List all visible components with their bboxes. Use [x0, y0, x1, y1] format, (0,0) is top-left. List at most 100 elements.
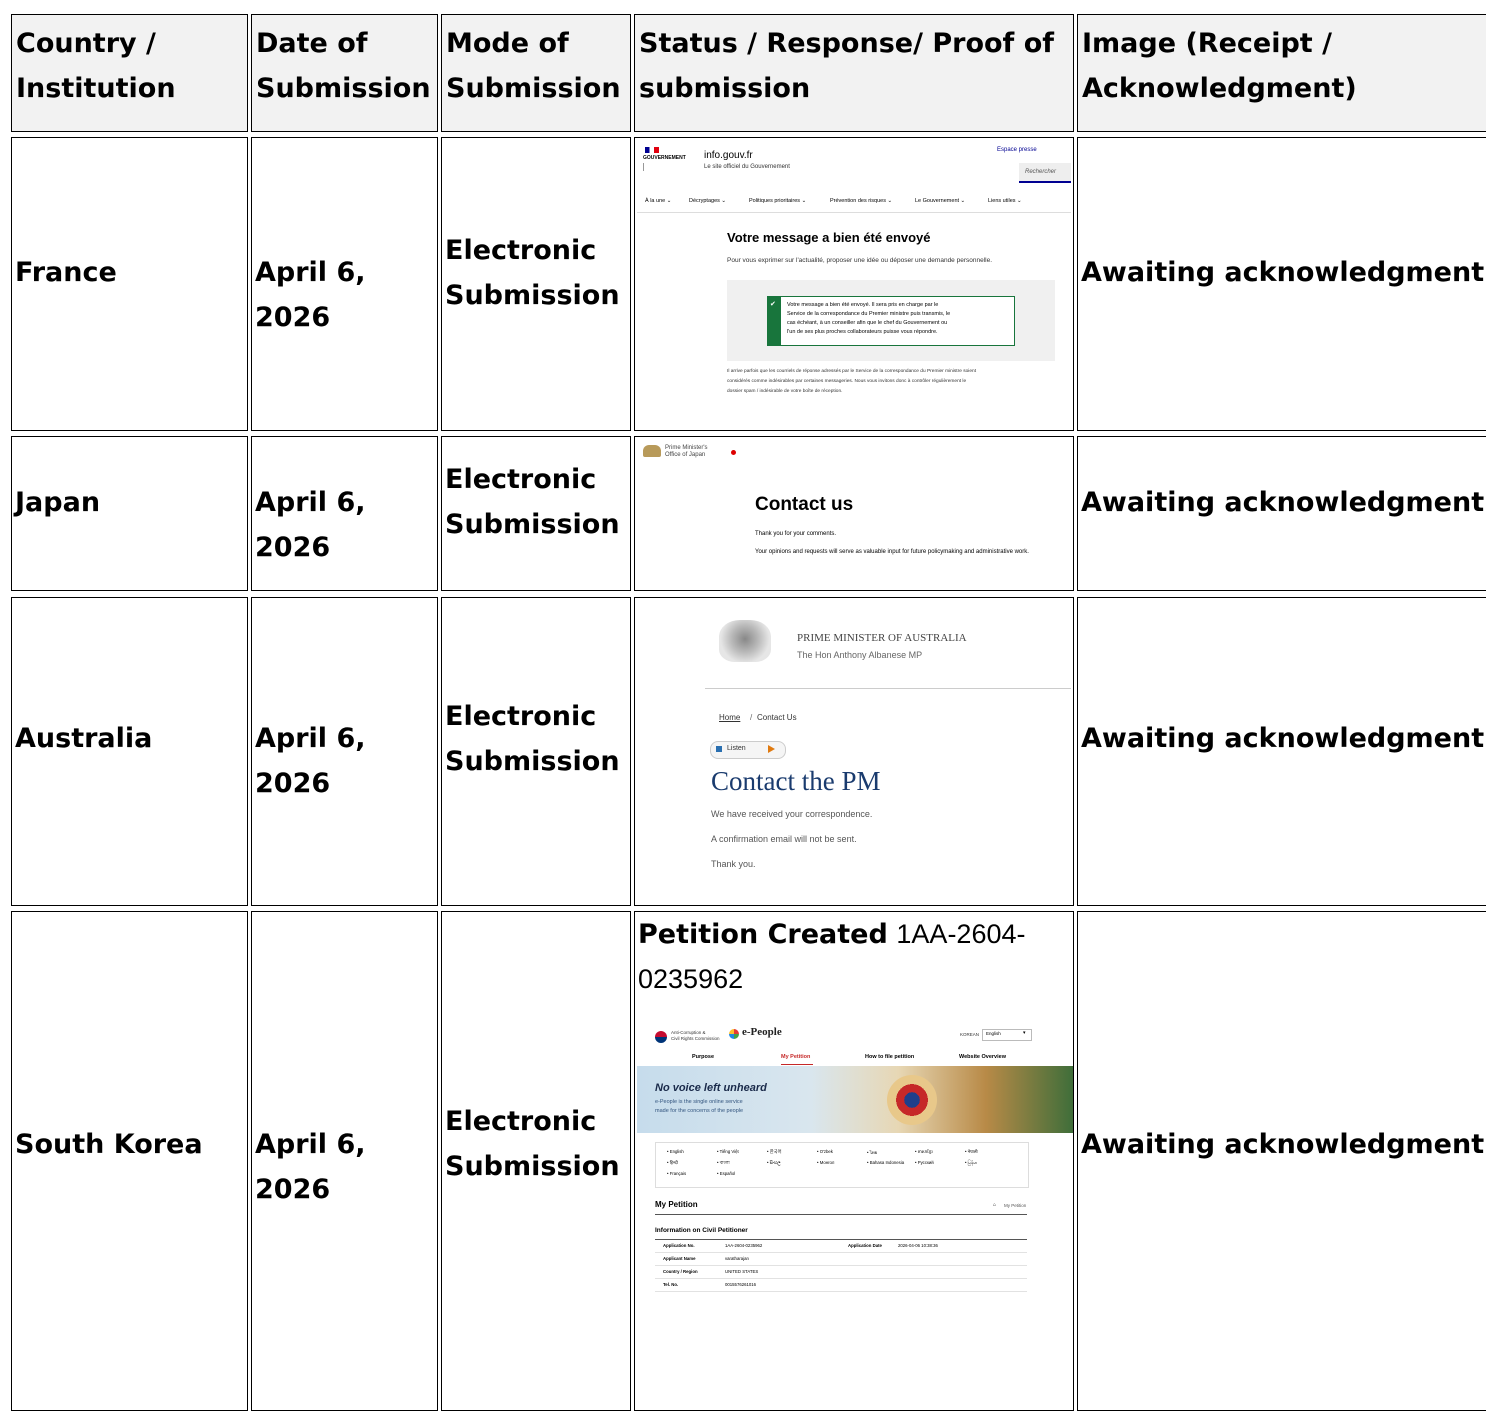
nav-divider: [637, 212, 1071, 213]
language-option[interactable]: • বাংলা: [717, 1160, 730, 1167]
status-label: Awaiting acknowledgment.: [1081, 723, 1486, 754]
row-france-mode: Electronic Submission: [441, 137, 631, 431]
petition-number-part2: 0235962: [638, 964, 744, 994]
row-korea-mode: Electronic Submission: [441, 911, 631, 1411]
language-option[interactable]: • Русский: [915, 1160, 934, 1165]
row-japan-country: Japan: [11, 436, 248, 591]
language-option[interactable]: • Tiếng Việt: [717, 1149, 739, 1154]
breadcrumb-separator: /: [750, 713, 753, 722]
org-name: PRIME MINISTER OF AUSTRALIA: [797, 632, 967, 644]
press-link[interactable]: Espace presse: [997, 147, 1037, 153]
breadcrumb-home[interactable]: Home: [719, 713, 740, 722]
nav-item[interactable]: À la une ⌄: [645, 198, 671, 204]
nav-my-petition[interactable]: My Petition: [781, 1054, 810, 1060]
header-divider: [705, 688, 1071, 689]
language-option[interactable]: • हिन्दी: [667, 1160, 678, 1166]
header-cell-date: Date of Submission: [251, 14, 438, 132]
kiri-crest-icon: [643, 445, 661, 457]
country-label: France: [15, 257, 117, 288]
nav-website-overview[interactable]: Website Overview: [959, 1054, 1006, 1060]
nav-item[interactable]: Décryptages ⌄: [689, 198, 726, 204]
site-subtitle: Le site officiel du Gouvernement: [704, 164, 790, 170]
language-option[interactable]: • 한국어: [767, 1149, 782, 1155]
mode-label: Electronic Submission: [445, 1106, 620, 1182]
nav-item[interactable]: Le Gouvernement ⌄: [915, 198, 965, 204]
info-key: Application No.: [663, 1243, 695, 1248]
page-subtitle: Pour vous exprimer sur l'actualité, prop…: [727, 257, 993, 264]
mode-label: Electronic Submission: [445, 701, 620, 777]
epeople-logo-icon: [729, 1029, 739, 1039]
header-image: Image (Receipt / Acknowledgment): [1082, 28, 1357, 104]
petition-created-text: Petition Created 1AA-2604-: [638, 912, 1026, 957]
language-option[interactable]: • Bahasa Indonesia: [867, 1160, 904, 1165]
section-title: My Petition: [655, 1200, 698, 1209]
page-title: Contact the PM: [711, 766, 881, 796]
info-key: Country / Region: [663, 1269, 698, 1274]
banner-subtitle-line1: e-People is the single online service: [655, 1099, 743, 1105]
info-table: Application No. 1AA-2604-0235962 Applicati…: [655, 1240, 1027, 1300]
info-key: Application Date: [848, 1243, 882, 1248]
drum-icon: [887, 1075, 937, 1125]
row-japan-mode: Electronic Submission: [441, 436, 631, 591]
search-placeholder: Rechercher: [1025, 169, 1057, 175]
country-label: South Korea: [15, 1129, 203, 1160]
mode-label: Electronic Submission: [445, 235, 620, 311]
language-option[interactable]: • Español: [717, 1171, 735, 1176]
language-option[interactable]: • မြန်မာ: [965, 1160, 977, 1167]
nav-item[interactable]: Liens utiles ⌄: [988, 198, 1022, 204]
petition-number-part1: 1AA-2604-: [896, 919, 1026, 949]
gov-label: GOUVERNEMENT: [643, 155, 686, 161]
language-option[interactable]: • Монгол: [817, 1160, 834, 1165]
language-option[interactable]: • ไทย: [867, 1149, 877, 1156]
header-cell-country: Country / Institution: [11, 14, 248, 132]
language-option[interactable]: • ភាសាខ្មែរ: [915, 1149, 933, 1156]
mode-label: Electronic Submission: [445, 464, 620, 540]
language-option[interactable]: • Français: [667, 1171, 686, 1176]
info-row-divider: [655, 1291, 1027, 1292]
info-value: 0015576261016: [725, 1282, 757, 1287]
marianne-motto-icon: [643, 163, 656, 171]
country-label: Japan: [15, 487, 101, 518]
row-australia-mode: Electronic Submission: [441, 597, 631, 906]
language-select-value: English: [986, 1031, 1001, 1036]
info-value: 1AA-2604-0235962: [725, 1243, 763, 1248]
row-japan-proof: Prime Minister's Office of Japan Contact…: [634, 436, 1074, 591]
language-option[interactable]: • O'zbek: [817, 1149, 833, 1154]
nav-how-to-file[interactable]: How to file petition: [865, 1054, 914, 1060]
date-label: April 6, 2026: [255, 257, 366, 333]
pm-name: The Hon Anthony Albanese MP: [797, 650, 923, 660]
date-label: April 6, 2026: [255, 487, 366, 563]
row-france-country: France: [11, 137, 248, 431]
date-label: April 6, 2026: [255, 723, 366, 799]
status-label: Awaiting acknowledgment.: [1081, 1129, 1486, 1160]
note-line: Il arrive parfois que les courriels de r…: [727, 369, 977, 374]
info-row-divider: [655, 1265, 1027, 1266]
row-australia-image: Awaiting acknowledgment.: [1077, 597, 1486, 906]
language-option[interactable]: • English: [667, 1149, 684, 1154]
korea-screenshot: Anti-Corruption & Civil Rights Commissio…: [637, 1018, 1073, 1408]
row-australia-country: Australia: [11, 597, 248, 906]
row-japan-image: Awaiting acknowledgment.: [1077, 436, 1486, 591]
status-label: Awaiting acknowledgment.: [1081, 257, 1486, 288]
success-line: Service de la correspondance du Premier …: [787, 311, 951, 317]
header-country: Country / Institution: [16, 28, 176, 104]
language-option[interactable]: • नेपाली: [965, 1149, 978, 1155]
nav-item[interactable]: Politiques prioritaires ⌄: [749, 198, 806, 204]
header-date: Date of Submission: [256, 28, 431, 104]
chevron-down-icon: ▾: [1023, 1030, 1026, 1036]
thanks-line: Thank you.: [711, 859, 756, 869]
status-label: Awaiting acknowledgment.: [1081, 487, 1486, 518]
info-row-divider: [655, 1252, 1027, 1253]
country-label: Australia: [15, 723, 153, 754]
acrc-line1: Anti-Corruption &: [671, 1030, 706, 1035]
header-cell-image: Image (Receipt / Acknowledgment): [1077, 14, 1486, 132]
coat-of-arms-icon: [719, 620, 771, 662]
language-option[interactable]: • සිංහල: [767, 1160, 781, 1165]
acrc-line2: Civil Rights Commission: [671, 1036, 720, 1041]
page-title: Votre message a bien été envoyé: [727, 230, 931, 245]
nav-purpose[interactable]: Purpose: [692, 1054, 714, 1060]
section-divider: [655, 1214, 1027, 1215]
french-flag-icon: [645, 147, 659, 153]
success-line: Votre message a bien été envoyé. Il sera…: [787, 302, 939, 308]
nav-item[interactable]: Prévention des risques ⌄: [830, 198, 892, 204]
